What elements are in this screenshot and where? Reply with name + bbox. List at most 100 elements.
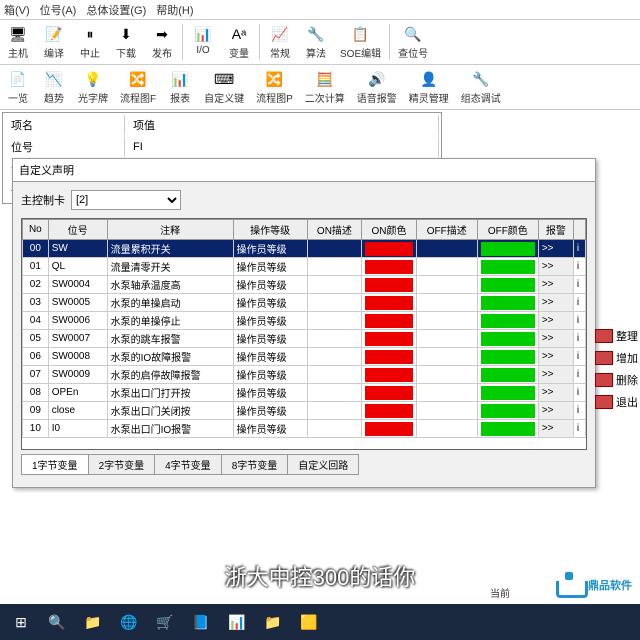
on-color-swatch[interactable]	[365, 278, 413, 292]
side-button[interactable]: 删除	[595, 372, 638, 388]
alarm-button[interactable]: >>	[538, 294, 573, 312]
grid-header[interactable]: ON颜色	[362, 220, 417, 240]
off-color-swatch[interactable]	[481, 260, 535, 274]
on-color-swatch[interactable]	[365, 260, 413, 274]
off-color-swatch[interactable]	[481, 296, 535, 310]
off-color-swatch[interactable]	[481, 404, 535, 418]
table-row[interactable]: 03SW0005水泵的单操启动操作员等级>>i	[23, 294, 586, 312]
grid-header[interactable]	[573, 220, 585, 240]
toolbar-button[interactable]: 📊I/O	[185, 22, 221, 62]
grid-header[interactable]: OFF颜色	[477, 220, 538, 240]
off-color-swatch[interactable]	[481, 242, 535, 256]
side-button[interactable]: 增加	[595, 350, 638, 366]
table-row[interactable]: 10I0水泵出口门IO报警操作员等级>>i	[23, 420, 586, 438]
toolbar-button[interactable]: 📊报表	[162, 67, 198, 107]
off-color-swatch[interactable]	[481, 332, 535, 346]
side-button[interactable]: 整理	[595, 328, 638, 344]
toolbar-button[interactable]: 🔧组态调试	[455, 67, 507, 107]
grid-header[interactable]: 位号	[48, 220, 107, 240]
toolbar-button[interactable]: ⏸中止	[72, 22, 108, 62]
table-row[interactable]: 05SW0007水泵的跳车报警操作员等级>>i	[23, 330, 586, 348]
taskbar-item[interactable]: 🔍	[40, 607, 74, 637]
table-row[interactable]: 04SW0006水泵的单操停止操作员等级>>i	[23, 312, 586, 330]
table-row[interactable]: 01QL流量清零开关操作员等级>>i	[23, 258, 586, 276]
off-color-swatch[interactable]	[481, 314, 535, 328]
on-color-swatch[interactable]	[365, 242, 413, 256]
toolbar-button[interactable]: ⌨自定义键	[198, 67, 250, 107]
table-row[interactable]: 09close水泵出口门关闭按操作员等级>>i	[23, 402, 586, 420]
toolbar-button[interactable]: 🔀流程图F	[114, 67, 162, 107]
alarm-button[interactable]: >>	[538, 276, 573, 294]
on-color-swatch[interactable]	[365, 404, 413, 418]
toolbar-button[interactable]: 🔊语音报警	[351, 67, 403, 107]
menu-item[interactable]: 帮助(H)	[156, 2, 193, 17]
grid-header[interactable]: 注释	[107, 220, 233, 240]
toolbar-button[interactable]: 📝编译	[36, 22, 72, 62]
off-color-swatch[interactable]	[481, 278, 535, 292]
toolbar-button[interactable]: 👤精灵管理	[403, 67, 455, 107]
tab[interactable]: 2字节变量	[88, 454, 156, 475]
toolbar-button[interactable]: Aᵃ变量	[221, 22, 257, 62]
toolbar-button[interactable]: 🖥主机	[0, 22, 36, 62]
on-color-swatch[interactable]	[365, 386, 413, 400]
alarm-button[interactable]: >>	[538, 348, 573, 366]
tab[interactable]: 自定义回路	[287, 454, 359, 475]
alarm-button[interactable]: >>	[538, 330, 573, 348]
table-row[interactable]: 06SW0008水泵的IO故障报警操作员等级>>i	[23, 348, 586, 366]
taskbar-item[interactable]: 📁	[76, 607, 110, 637]
menu-item[interactable]: 位号(A)	[40, 2, 77, 17]
toolbar-button[interactable]: 📋SOE编辑	[334, 22, 387, 62]
off-color-swatch[interactable]	[481, 422, 535, 436]
grid-header[interactable]: ON描述	[307, 220, 362, 240]
alarm-button[interactable]: >>	[538, 312, 573, 330]
on-color-swatch[interactable]	[365, 332, 413, 346]
taskbar-item[interactable]: 📁	[256, 607, 290, 637]
prop-value[interactable]: FI	[127, 137, 439, 157]
grid-header[interactable]: OFF描述	[416, 220, 477, 240]
alarm-button[interactable]: >>	[538, 366, 573, 384]
toolbar-button[interactable]: 🧮二次计算	[299, 67, 351, 107]
taskbar-item[interactable]: 🛒	[148, 607, 182, 637]
toolbar-button[interactable]: ⬇下载	[108, 22, 144, 62]
toolbar-button[interactable]: 📄一览	[0, 67, 36, 107]
off-color-swatch[interactable]	[481, 350, 535, 364]
on-color-swatch[interactable]	[365, 350, 413, 364]
grid-header[interactable]: 操作等级	[233, 220, 307, 240]
toolbar-button[interactable]: 🔧算法	[298, 22, 334, 62]
on-color-swatch[interactable]	[365, 422, 413, 436]
taskbar-item[interactable]: 🌐	[112, 607, 146, 637]
alarm-button[interactable]: >>	[538, 258, 573, 276]
table-row[interactable]: 07SW0009水泵的启停故障报警操作员等级>>i	[23, 366, 586, 384]
on-color-swatch[interactable]	[365, 368, 413, 382]
grid-header[interactable]: No	[23, 220, 49, 240]
table-row[interactable]: 00SW流量累积开关操作员等级>>i	[23, 240, 586, 258]
alarm-button[interactable]: >>	[538, 402, 573, 420]
toolbar-button[interactable]: 📉趋势	[36, 67, 72, 107]
toolbar-button[interactable]: ➡发布	[144, 22, 180, 62]
on-color-swatch[interactable]	[365, 296, 413, 310]
table-row[interactable]: 02SW0004水泵轴承温度高操作员等级>>i	[23, 276, 586, 294]
toolbar-button[interactable]: 🔀流程图P	[250, 67, 299, 107]
taskbar-item[interactable]: 📘	[184, 607, 218, 637]
off-color-swatch[interactable]	[481, 368, 535, 382]
taskbar-item[interactable]: ⊞	[4, 607, 38, 637]
toolbar-button[interactable]: 🔍查位号	[392, 22, 434, 62]
taskbar-item[interactable]: 🟨	[292, 607, 326, 637]
alarm-button[interactable]: >>	[538, 384, 573, 402]
control-card-select[interactable]: [2]	[71, 190, 181, 210]
table-row[interactable]: 08OPEn水泵出口门打开按操作员等级>>i	[23, 384, 586, 402]
prop-value[interactable]: 项值	[127, 115, 439, 135]
alarm-button[interactable]: >>	[538, 240, 573, 258]
toolbar-button[interactable]: 📈常规	[262, 22, 298, 62]
alarm-button[interactable]: >>	[538, 420, 573, 438]
tab[interactable]: 4字节变量	[154, 454, 222, 475]
menu-item[interactable]: 总体设置(G)	[86, 2, 146, 17]
side-button[interactable]: 退出	[595, 394, 638, 410]
tab[interactable]: 1字节变量	[21, 454, 89, 475]
grid-header[interactable]: 报警	[538, 220, 573, 240]
on-color-swatch[interactable]	[365, 314, 413, 328]
off-color-swatch[interactable]	[481, 386, 535, 400]
windows-taskbar[interactable]: ⊞🔍📁🌐🛒📘📊📁🟨	[0, 604, 640, 640]
tab[interactable]: 8字节变量	[221, 454, 289, 475]
taskbar-item[interactable]: 📊	[220, 607, 254, 637]
